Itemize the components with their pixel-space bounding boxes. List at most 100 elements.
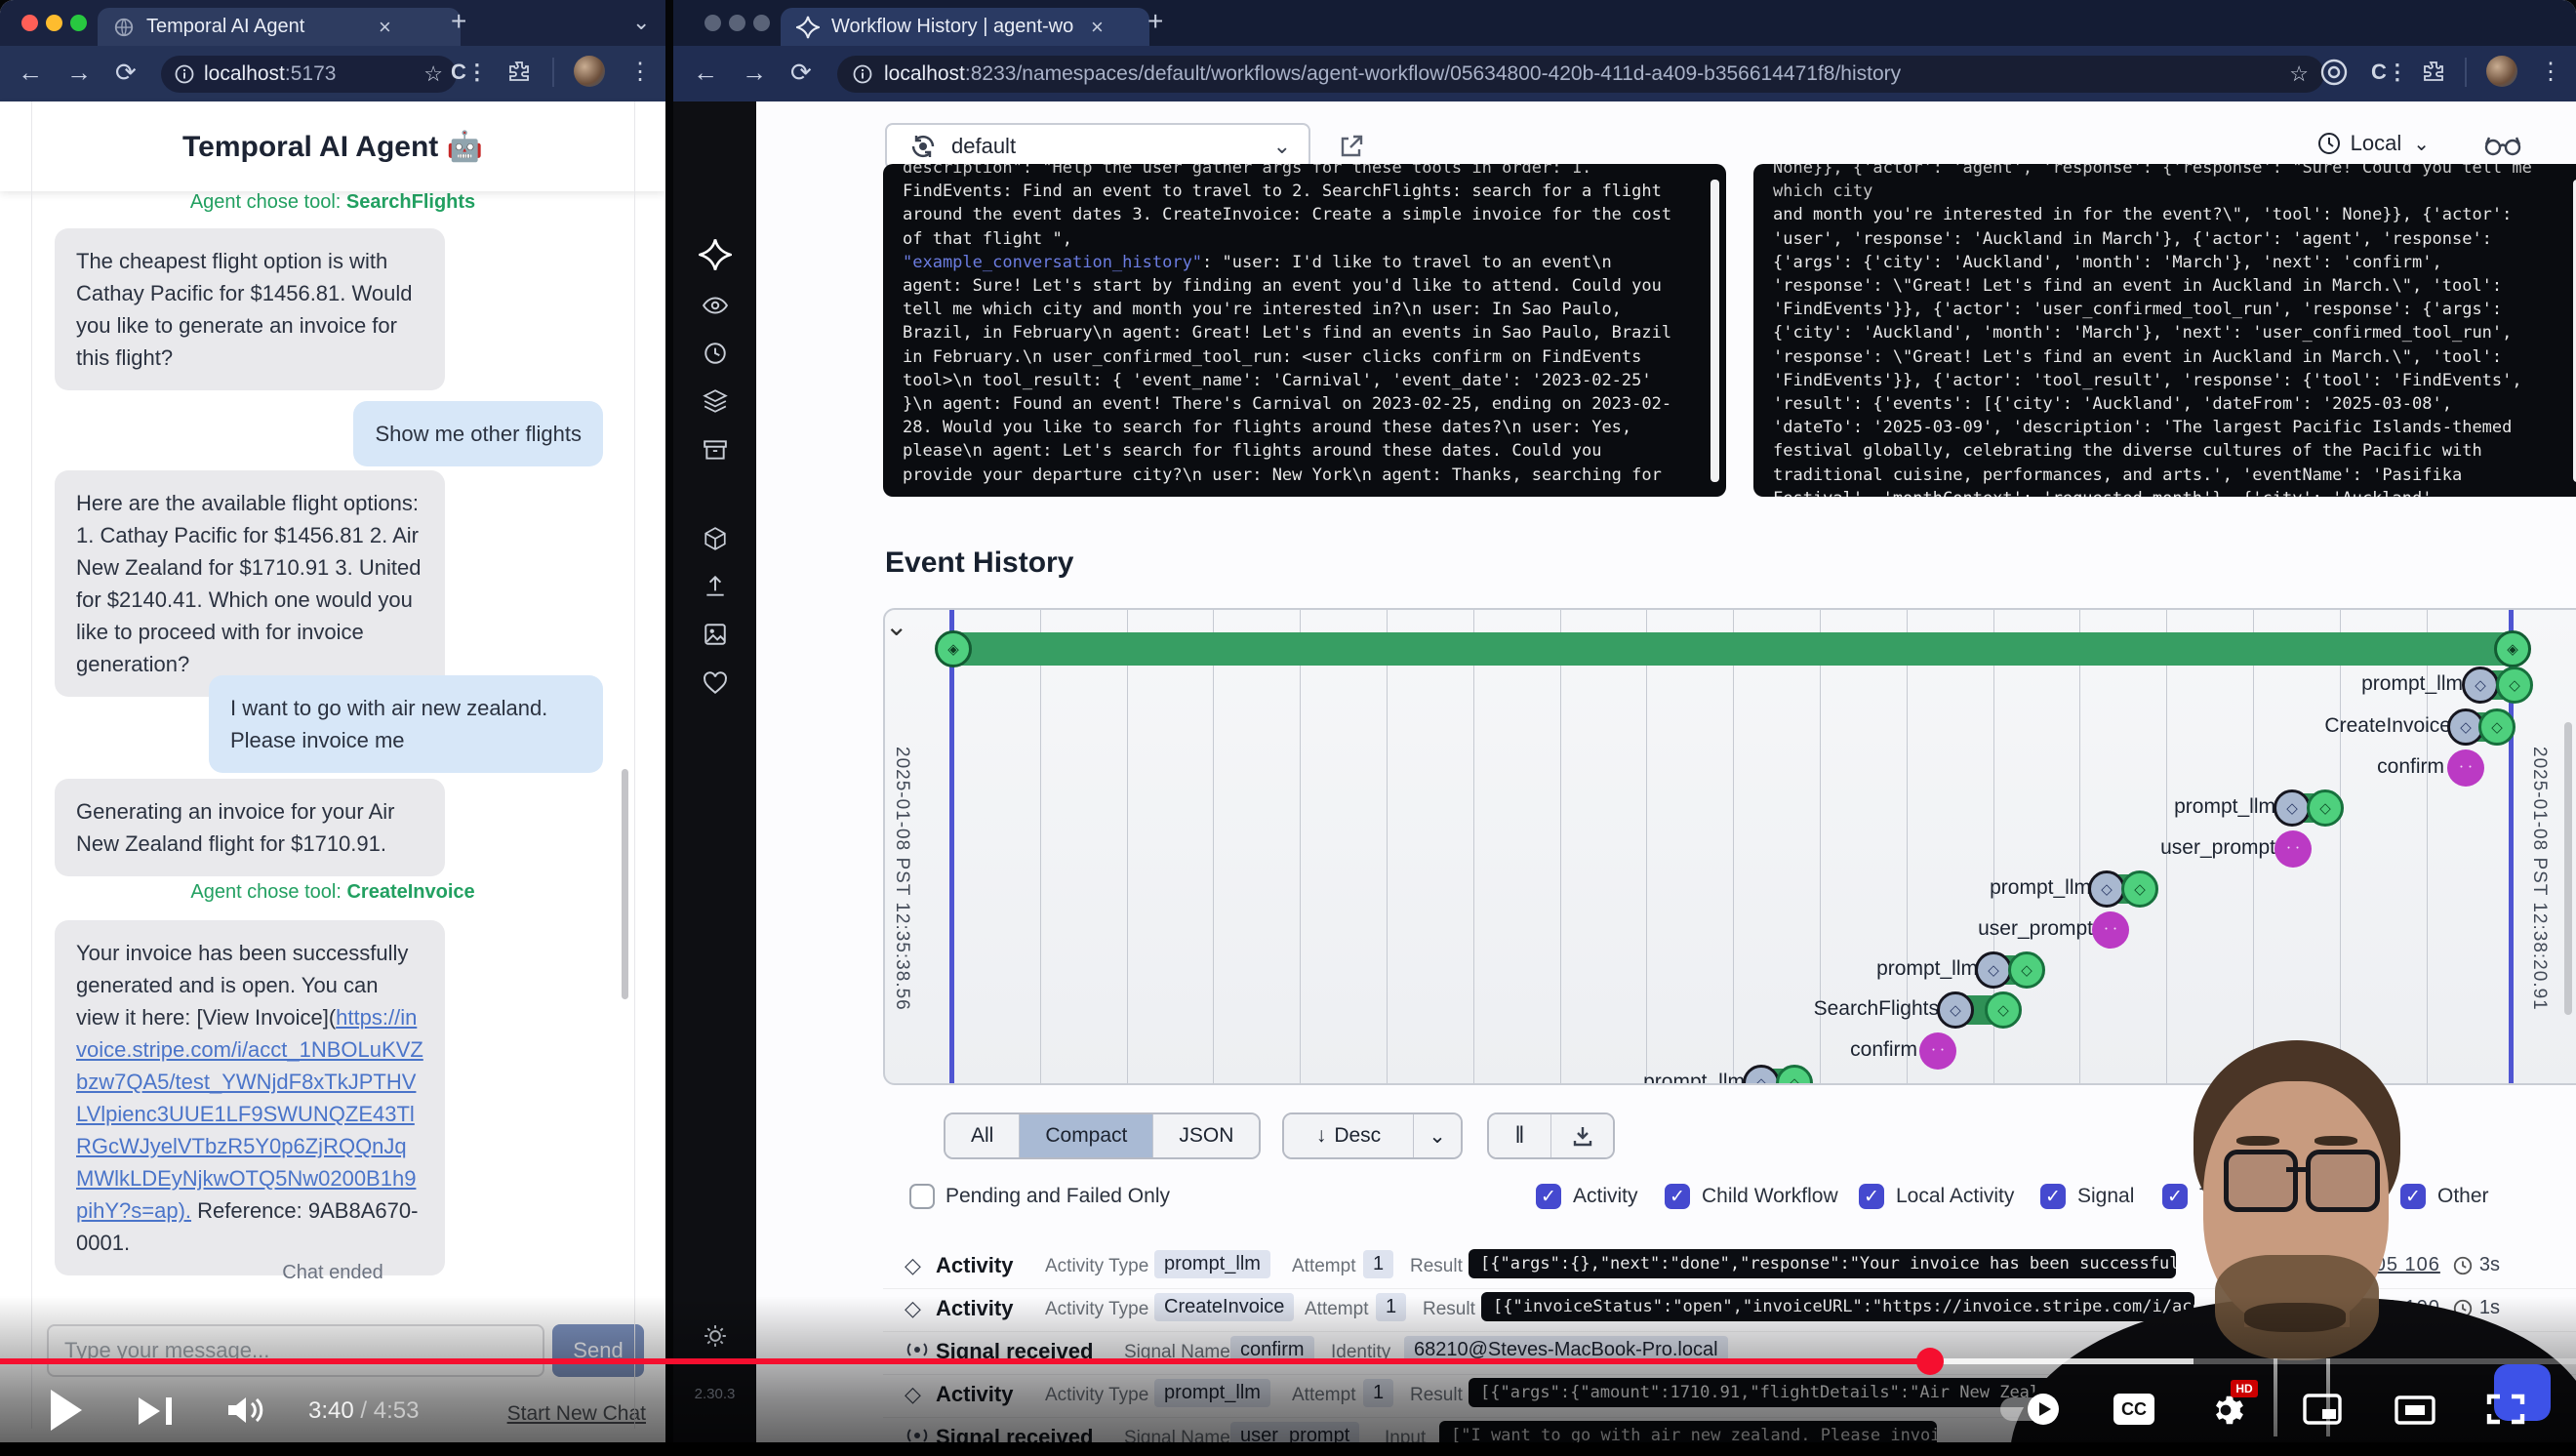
browser-menu-icon[interactable]: ⋮ <box>628 58 652 86</box>
workflow-input-json-panel[interactable]: description": "Help the user gather args… <box>883 164 1726 497</box>
back-button[interactable]: ← <box>18 58 43 88</box>
message-input[interactable]: Type your message... <box>47 1324 544 1377</box>
download-history-button[interactable] <box>1551 1114 1613 1157</box>
reload-button[interactable]: ⟳ <box>115 58 137 88</box>
clock-icon[interactable] <box>703 341 728 371</box>
fullscreen-button[interactable] <box>2486 1394 2525 1430</box>
reload-button[interactable]: ⟳ <box>790 58 812 88</box>
timezone-select[interactable]: Local ⌄ <box>2317 131 2430 156</box>
pending-failed-checkbox[interactable] <box>909 1184 935 1209</box>
filter-checkbox-signal[interactable]: ✓ <box>2040 1184 2066 1209</box>
filter-checkbox-activity[interactable]: ✓ <box>1536 1184 1561 1209</box>
workflow-end-node[interactable]: ◈ <box>2494 630 2531 667</box>
filter-checkbox-other[interactable]: ✓ <box>2400 1184 2426 1209</box>
view-tab-json[interactable]: JSON <box>1153 1114 1259 1157</box>
forward-button[interactable]: → <box>742 58 767 88</box>
image-icon[interactable] <box>703 622 728 652</box>
tab-close-icon[interactable]: × <box>1091 15 1104 40</box>
labs-glasses-icon[interactable] <box>2484 133 2521 163</box>
open-workflow-external-icon[interactable] <box>1338 133 1365 165</box>
view-tab-all[interactable]: All <box>946 1114 1020 1157</box>
close-window-button-inactive[interactable] <box>704 15 721 31</box>
activity-completed-node[interactable]: ◇ <box>2307 789 2344 827</box>
back-button[interactable]: ← <box>693 58 718 88</box>
progress-bar-played[interactable] <box>0 1358 1930 1364</box>
theater-mode-button[interactable] <box>2395 1395 2435 1430</box>
signal-node[interactable]: ᛫᛫ <box>2274 830 2312 868</box>
upload-icon[interactable] <box>703 574 728 604</box>
timeline-panel[interactable]: ⌄◈◈prompt_llm◇◇CreateInvoice◇◇confirm᛫᛫p… <box>883 608 2576 1085</box>
play-button[interactable] <box>51 1390 82 1431</box>
activity-scheduled-node[interactable]: ◇ <box>2088 870 2125 908</box>
claude-extension-icon[interactable]: C⋮ <box>2371 60 2408 85</box>
filter-checkbox-local-activity[interactable]: ✓ <box>1859 1184 1884 1209</box>
minimize-window-button[interactable] <box>46 15 62 31</box>
sort-desc-button[interactable]: ↓Desc <box>1284 1114 1414 1157</box>
heart-icon[interactable] <box>703 670 728 701</box>
activity-completed-node[interactable]: ◇ <box>2121 870 2158 908</box>
claude-extension-icon[interactable]: C⋮ <box>451 60 488 85</box>
miniplayer-button[interactable] <box>2303 1394 2342 1430</box>
autoplay-toggle[interactable] <box>2000 1397 2057 1421</box>
new-tab-button[interactable]: + <box>451 6 466 37</box>
settings-gear-button[interactable]: HD <box>2207 1392 2244 1434</box>
next-button[interactable] <box>137 1395 176 1432</box>
address-bar[interactable]: localhost:5173 ☆ <box>161 56 457 93</box>
address-bar[interactable]: localhost:8233/namespaces/default/workfl… <box>837 56 2324 93</box>
json-panel-scrollbar[interactable] <box>1711 180 1719 482</box>
extensions-puzzle-icon[interactable] <box>507 60 531 88</box>
extensions-puzzle-icon[interactable] <box>2422 60 2445 88</box>
layers-icon[interactable] <box>703 388 728 419</box>
activity-completed-node[interactable]: ◇ <box>2496 667 2533 704</box>
onepassword-icon[interactable] <box>2320 59 2348 91</box>
tab-search-chevron-icon[interactable]: ⌄ <box>632 10 650 35</box>
workflow-start-node[interactable]: ◈ <box>935 630 972 667</box>
browser-menu-icon[interactable]: ⋮ <box>2539 58 2562 86</box>
site-info-icon[interactable] <box>175 64 194 84</box>
sort-chevron-button[interactable]: ⌄ <box>1414 1114 1461 1157</box>
tab-workflow-history[interactable]: Workflow History | agent-wor × <box>781 8 1149 46</box>
activity-completed-node[interactable]: ◇ <box>2008 951 2045 989</box>
start-new-chat-link[interactable]: Start New Chat <box>507 1402 646 1426</box>
zoom-window-button-inactive[interactable] <box>753 15 770 31</box>
close-window-button[interactable] <box>21 15 38 31</box>
captions-button[interactable]: CC <box>2113 1394 2154 1425</box>
chat-scrollbar[interactable] <box>622 769 628 999</box>
activity-completed-node[interactable]: ◇ <box>1985 991 2022 1029</box>
send-button[interactable]: Send <box>552 1324 644 1377</box>
bookmark-star-icon[interactable]: ☆ <box>2289 61 2309 87</box>
invoice-link[interactable]: https://invoice.stripe.com/i/acct_1NBOLu… <box>76 1005 423 1223</box>
activity-scheduled-node[interactable]: ◇ <box>2274 789 2311 827</box>
forward-button[interactable]: → <box>66 58 92 88</box>
activity-scheduled-node[interactable]: ◇ <box>1937 991 1974 1029</box>
sun-icon[interactable] <box>703 1323 728 1354</box>
pause-button[interactable]: ‖ <box>1489 1114 1551 1157</box>
temporal-logo-icon[interactable] <box>699 238 732 276</box>
workflow-result-json-panel[interactable]: None}}, {'actor': 'agent', 'response': {… <box>1753 164 2576 497</box>
volume-icon[interactable] <box>226 1394 267 1432</box>
activity-scheduled-node[interactable]: ◇ <box>2462 667 2499 704</box>
activity-scheduled-node[interactable]: ◇ <box>1975 951 2012 989</box>
view-tab-compact[interactable]: Compact <box>1020 1114 1153 1157</box>
signal-node[interactable]: ᛫᛫ <box>1919 1032 1956 1070</box>
progress-bar-buffered[interactable] <box>1930 1358 2194 1364</box>
signal-node[interactable]: ᛫᛫ <box>2447 749 2484 787</box>
filter-checkbox-timer[interactable]: ✓ <box>2162 1184 2188 1209</box>
activity-completed-node[interactable]: ◇ <box>2478 708 2516 746</box>
eye-icon[interactable] <box>703 293 728 323</box>
row-event-ids[interactable]: 105 1063s <box>2363 1254 2500 1276</box>
profile-avatar[interactable] <box>574 56 605 87</box>
namespace-select[interactable]: default ⌄ <box>885 123 1310 170</box>
filter-checkbox-child-workflow[interactable]: ✓ <box>1665 1184 1690 1209</box>
progress-scrubber[interactable] <box>1916 1348 1944 1375</box>
signal-node[interactable]: ᛫᛫ <box>2092 911 2129 949</box>
new-tab-button[interactable]: + <box>1147 6 1163 37</box>
page-scrollbar[interactable] <box>2564 722 2572 1015</box>
zoom-window-button[interactable] <box>70 15 87 31</box>
bookmark-star-icon[interactable]: ☆ <box>423 61 443 87</box>
tab-close-icon[interactable]: × <box>379 15 391 40</box>
profile-avatar[interactable] <box>2486 56 2517 87</box>
cube-icon[interactable] <box>703 526 728 556</box>
site-info-icon[interactable] <box>853 64 872 84</box>
archive-icon[interactable] <box>703 437 728 467</box>
